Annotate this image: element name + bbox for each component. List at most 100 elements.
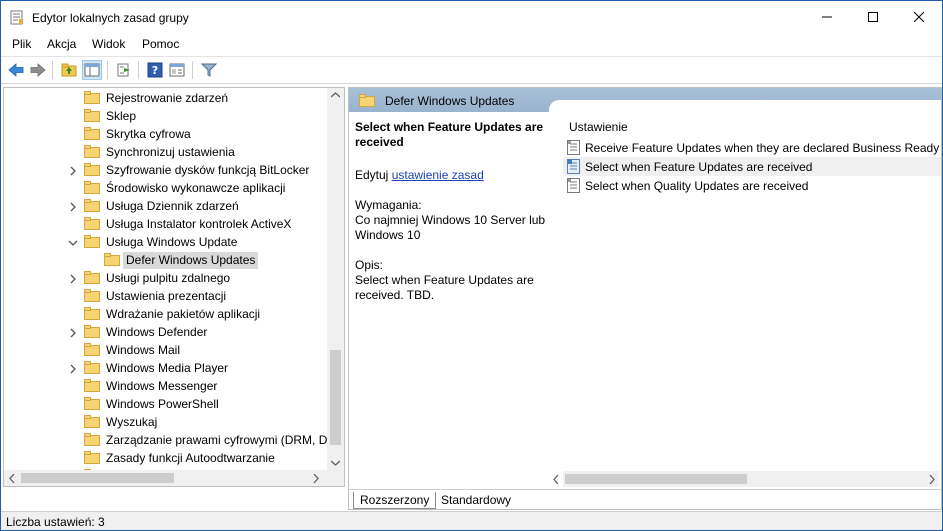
tree-item[interactable]: Usługa Instalator kontrolek ActiveX [4,215,326,233]
help-icon: ? [147,62,163,78]
folder-icon [84,343,100,356]
folder-icon [84,271,100,284]
folder-icon [104,253,120,266]
tree-item[interactable]: Zasady funkcji Autoodtwarzanie [4,449,326,467]
up-one-level-button[interactable] [59,60,79,80]
tab-standard[interactable]: Standardowy [435,492,517,509]
folder-icon [84,109,100,122]
tree-item[interactable]: Sklep [4,107,326,125]
tab-extended[interactable]: Rozszerzony [353,492,437,509]
minimize-button[interactable] [804,1,850,33]
tree-item-label: Windows Media Player [106,361,229,375]
properties-button[interactable] [167,60,187,80]
settings-horizontal-scrollbar[interactable] [553,471,939,487]
requirements-text: Co najmniej Windows 10 Server lub Window… [355,213,546,242]
tree-item[interactable]: Windows Mail [4,341,326,359]
tree-item[interactable]: Synchronizuj ustawienia [4,143,326,161]
scroll-right-arrow-icon[interactable] [313,474,319,483]
scroll-down-arrow-icon[interactable] [331,460,340,466]
tree-item[interactable]: Usługa Windows Update [4,233,326,251]
requirements-label: Wymagania: [355,198,422,212]
export-list-button[interactable] [114,60,134,80]
folder-icon [84,361,100,374]
folder-icon [84,199,100,212]
scroll-left-arrow-icon[interactable] [553,475,559,484]
tree-item-label: Ustawienia prezentacji [106,289,227,303]
settings-column-header[interactable]: Ustawienie [569,120,628,134]
scroll-up-arrow-icon[interactable] [331,92,340,98]
tree-vertical-scroll-thumb[interactable] [330,350,341,445]
tree-item[interactable]: Wyszukaj [4,413,326,431]
folder-icon [84,91,100,104]
view-tabs: Rozszerzony Standardowy [349,489,941,509]
tree-item[interactable]: Windows PowerShell [4,395,326,413]
setting-row[interactable]: Select when Quality Updates are received [563,176,941,195]
folder-icon [84,235,100,248]
back-button[interactable] [6,60,26,80]
tree-item[interactable]: Usługi pulpitu zdalnego [4,269,326,287]
edit-policy-link[interactable]: ustawienie zasad [392,168,484,182]
chevron-right-icon[interactable] [68,273,78,284]
folder-icon [84,325,100,338]
details-header: Defer Windows Updates [349,88,941,112]
tree-horizontal-scrollbar[interactable] [4,470,344,486]
setting-label: Select when Quality Updates are received [585,179,809,193]
menu-action[interactable]: Akcja [47,37,76,51]
menu-view[interactable]: Widok [92,37,125,51]
menu-help[interactable]: Pomoc [142,37,179,51]
tree-item[interactable]: Środowisko wykonawcze aplikacji [4,179,326,197]
tree-item-label: Rejestrowanie zdarzeń [106,91,229,105]
menu-bar: Plik Akcja Widok Pomoc [1,33,942,55]
tree-item-label: Środowisko wykonawcze aplikacji [106,181,286,195]
filter-button[interactable] [199,60,219,80]
policy-setting-icon [567,159,580,174]
chevron-right-icon[interactable] [68,363,78,374]
tree-item-label: Windows Defender [106,325,208,339]
chevron-right-icon[interactable] [68,327,78,338]
chevron-right-icon[interactable] [68,165,78,176]
setting-row[interactable]: Select when Feature Updates are received [563,157,941,176]
forward-button[interactable] [28,60,48,80]
folder-icon [84,145,100,158]
scroll-left-arrow-icon[interactable] [9,474,15,483]
tree-item[interactable]: Defer Windows Updates [4,251,326,269]
tree-item-label: Usługa Instalator kontrolek ActiveX [106,217,292,231]
tree-item-label: Wyszukaj [106,415,158,429]
tree-item-label: Synchronizuj ustawienia [106,145,235,159]
tree-item[interactable]: Ustawienia prezentacji [4,287,326,305]
tree-item[interactable]: Windows Media Player [4,359,326,377]
tree-item[interactable]: Windows Defender [4,323,326,341]
tree-horizontal-scroll-thumb[interactable] [21,473,174,483]
tree-item-label: Defer Windows Updates [123,252,259,269]
tree-item[interactable]: Skrytka cyfrowa [4,125,326,143]
chevron-down-icon[interactable] [68,237,78,247]
menu-file[interactable]: Plik [12,37,31,51]
show-hide-tree-button[interactable] [82,60,102,80]
settings-horizontal-scroll-thumb[interactable] [565,474,747,484]
tree-vertical-scrollbar[interactable] [327,88,344,471]
export-list-icon [117,63,130,77]
maximize-button[interactable] [850,1,896,33]
status-bar: Liczba ustawień: 3 [1,511,942,530]
chevron-right-icon[interactable] [68,201,78,212]
tree-item-label: Zarządzanie prawami cyfrowymi (DRM, Di [106,433,331,447]
tree-item[interactable]: Zarządzanie prawami cyfrowymi (DRM, Di [4,431,330,449]
tree-item-label: Skrytka cyfrowa [106,127,191,141]
close-button[interactable] [896,1,942,33]
toolbar: ? [1,56,942,84]
folder-icon [84,433,100,446]
tree-item-label: Usługa Windows Update [106,235,238,249]
tree-item-label: Wdrażanie pakietów aplikacji [106,307,261,321]
tree-item[interactable]: Rejestrowanie zdarzeń [4,89,326,107]
tree-item[interactable]: Usługa Dziennik zdarzeń [4,197,326,215]
folder-icon [359,94,375,107]
edit-policy-line: Edytuj ustawienie zasad [355,168,484,182]
extended-description: Select when Feature Updates are received… [355,120,551,303]
tree-item[interactable]: Windows Messenger [4,377,326,395]
scroll-right-arrow-icon[interactable] [929,475,935,484]
help-button[interactable]: ? [145,60,165,80]
tree-item[interactable]: Wdrażanie pakietów aplikacji [4,305,326,323]
tree-item[interactable]: Szyfrowanie dysków funkcją BitLocker [4,161,326,179]
folder-icon [84,289,100,302]
setting-row[interactable]: Receive Feature Updates when they are de… [563,138,941,157]
